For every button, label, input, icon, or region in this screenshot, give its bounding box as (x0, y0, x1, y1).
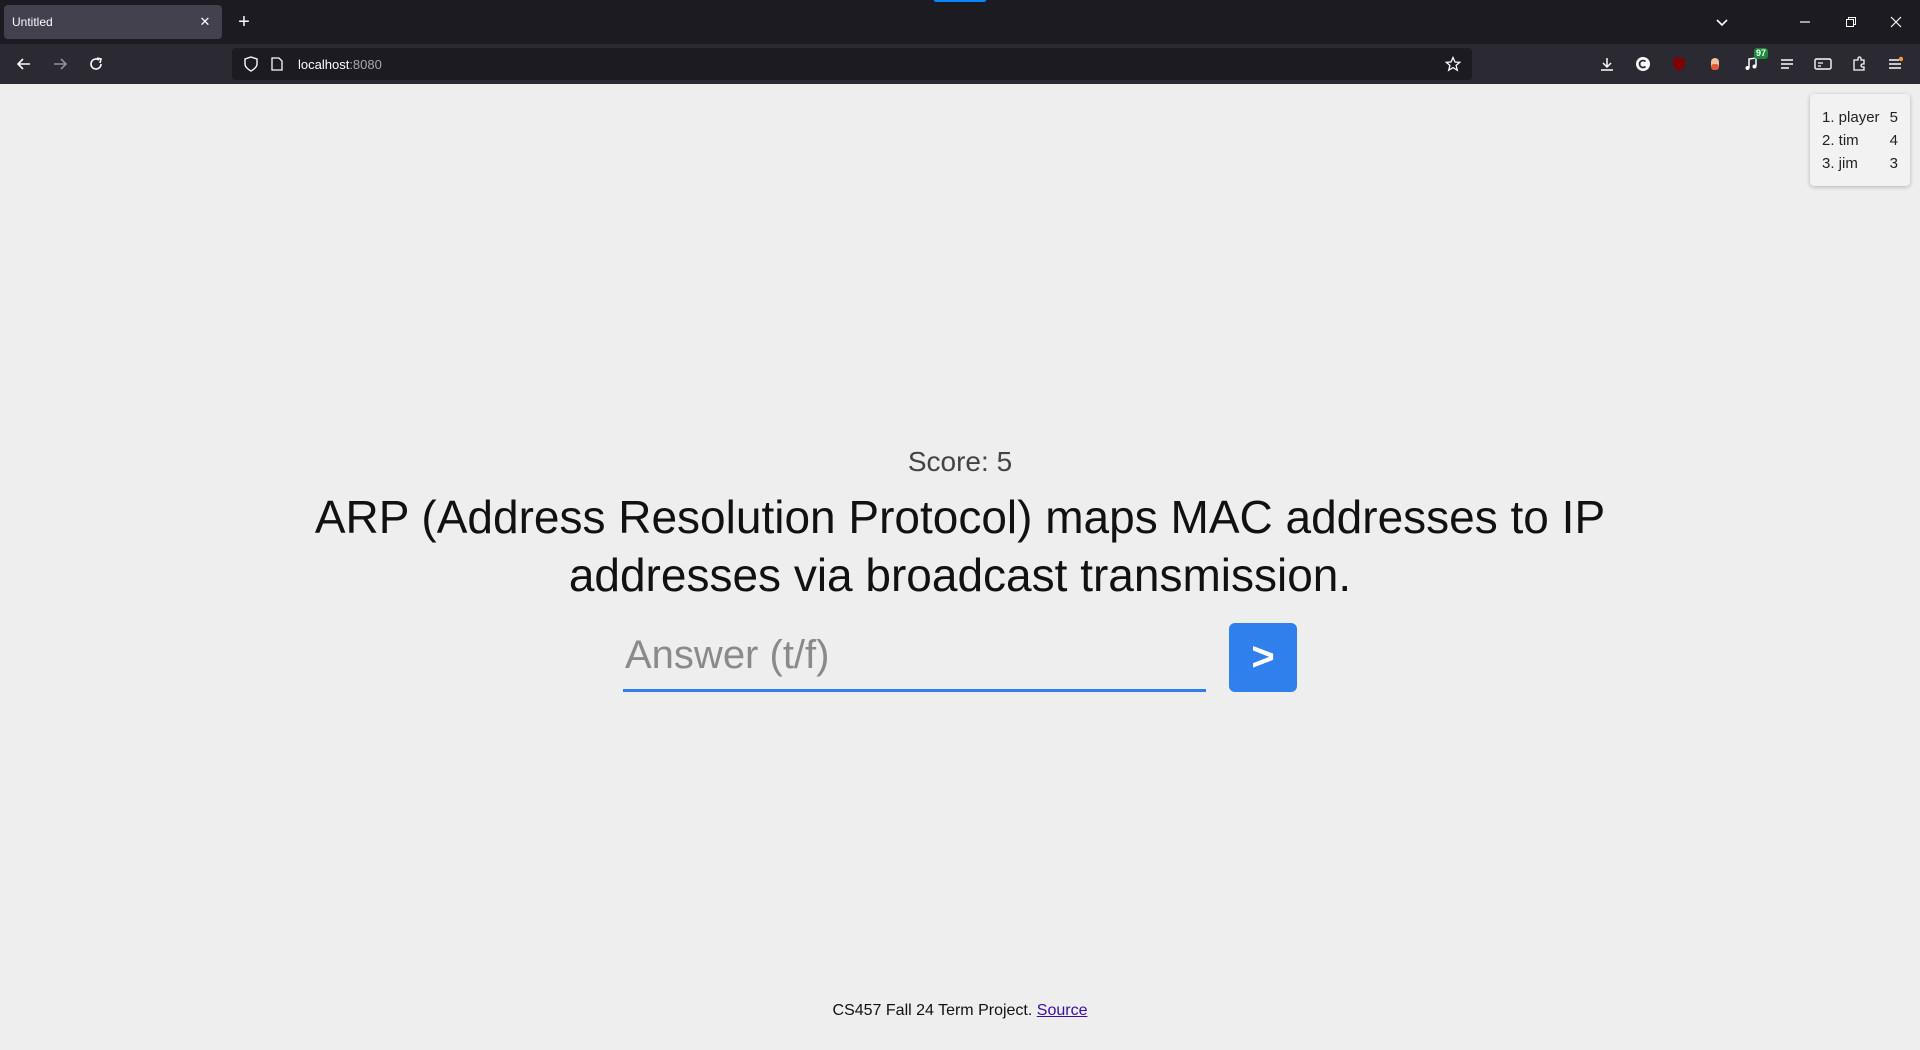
leaderboard-player: 1. player (1822, 109, 1880, 126)
shield-icon[interactable] (240, 53, 262, 75)
footer-text: CS457 Fall 24 Term Project. (832, 1002, 1037, 1019)
reader-list-icon[interactable] (1776, 53, 1798, 75)
answer-input[interactable] (623, 622, 1206, 692)
star-icon[interactable] (1442, 53, 1464, 75)
extension-card-icon[interactable] (1812, 53, 1834, 75)
leaderboard-player: 3. jim (1822, 155, 1858, 172)
leaderboard-row: 3. jim 3 (1822, 152, 1898, 175)
download-icon[interactable] (1596, 53, 1618, 75)
leaderboard-row: 1. player 5 (1822, 106, 1898, 129)
submit-button[interactable]: > (1229, 623, 1297, 692)
close-tab-icon[interactable]: ✕ (196, 13, 214, 31)
navigation-toolbar: localhost:8080 97 (0, 44, 1920, 84)
leaderboard-player: 2. tim (1822, 132, 1859, 149)
forward-arrow-icon[interactable] (46, 50, 74, 78)
question-text: ARP (Address Resolution Protocol) maps M… (314, 491, 1606, 601)
ublock-icon[interactable] (1668, 53, 1690, 75)
extension-c-icon[interactable] (1632, 53, 1654, 75)
new-tab-button[interactable]: + (232, 10, 256, 34)
score-label: Score: 5 (907, 446, 1013, 477)
restore-icon[interactable] (1836, 8, 1866, 36)
source-link[interactable]: Source (1037, 1002, 1088, 1019)
tab-strip: Untitled ✕ + (0, 0, 1920, 44)
back-arrow-icon[interactable] (10, 50, 38, 78)
close-window-icon[interactable] (1881, 8, 1911, 36)
menu-icon[interactable] (1884, 53, 1906, 75)
leaderboard-row: 2. tim 4 (1822, 129, 1898, 152)
leaderboard-score: 3 (1889, 155, 1898, 172)
reload-icon[interactable] (82, 50, 110, 78)
url-text: localhost:8080 (298, 57, 382, 72)
minimize-icon[interactable] (1790, 8, 1820, 36)
leaderboard-score: 5 (1889, 109, 1898, 126)
url-host: localhost (298, 56, 350, 72)
list-all-tabs-icon[interactable] (1710, 10, 1734, 34)
tab-title: Untitled (12, 15, 53, 29)
tab-indicator (934, 0, 986, 2)
page-icon[interactable] (266, 53, 288, 75)
answer-form: > (623, 622, 1297, 692)
url-port: :8080 (349, 56, 382, 72)
extension-pill-icon[interactable] (1704, 53, 1726, 75)
extension-music-icon[interactable]: 97 (1740, 48, 1768, 75)
extension-icon[interactable] (1848, 53, 1870, 75)
leaderboard-score: 4 (1889, 132, 1898, 149)
game-panel: Score: 5 ARP (Address Resolution Protoco… (0, 440, 1920, 604)
footer: CS457 Fall 24 Term Project. Source (0, 1002, 1920, 1020)
url-bar[interactable]: localhost:8080 (232, 48, 1472, 80)
extension-badge: 97 (1753, 48, 1768, 59)
leaderboard: 1. player 5 2. tim 4 3. jim 3 (1810, 94, 1910, 186)
tab-untitled[interactable]: Untitled ✕ (4, 5, 222, 39)
